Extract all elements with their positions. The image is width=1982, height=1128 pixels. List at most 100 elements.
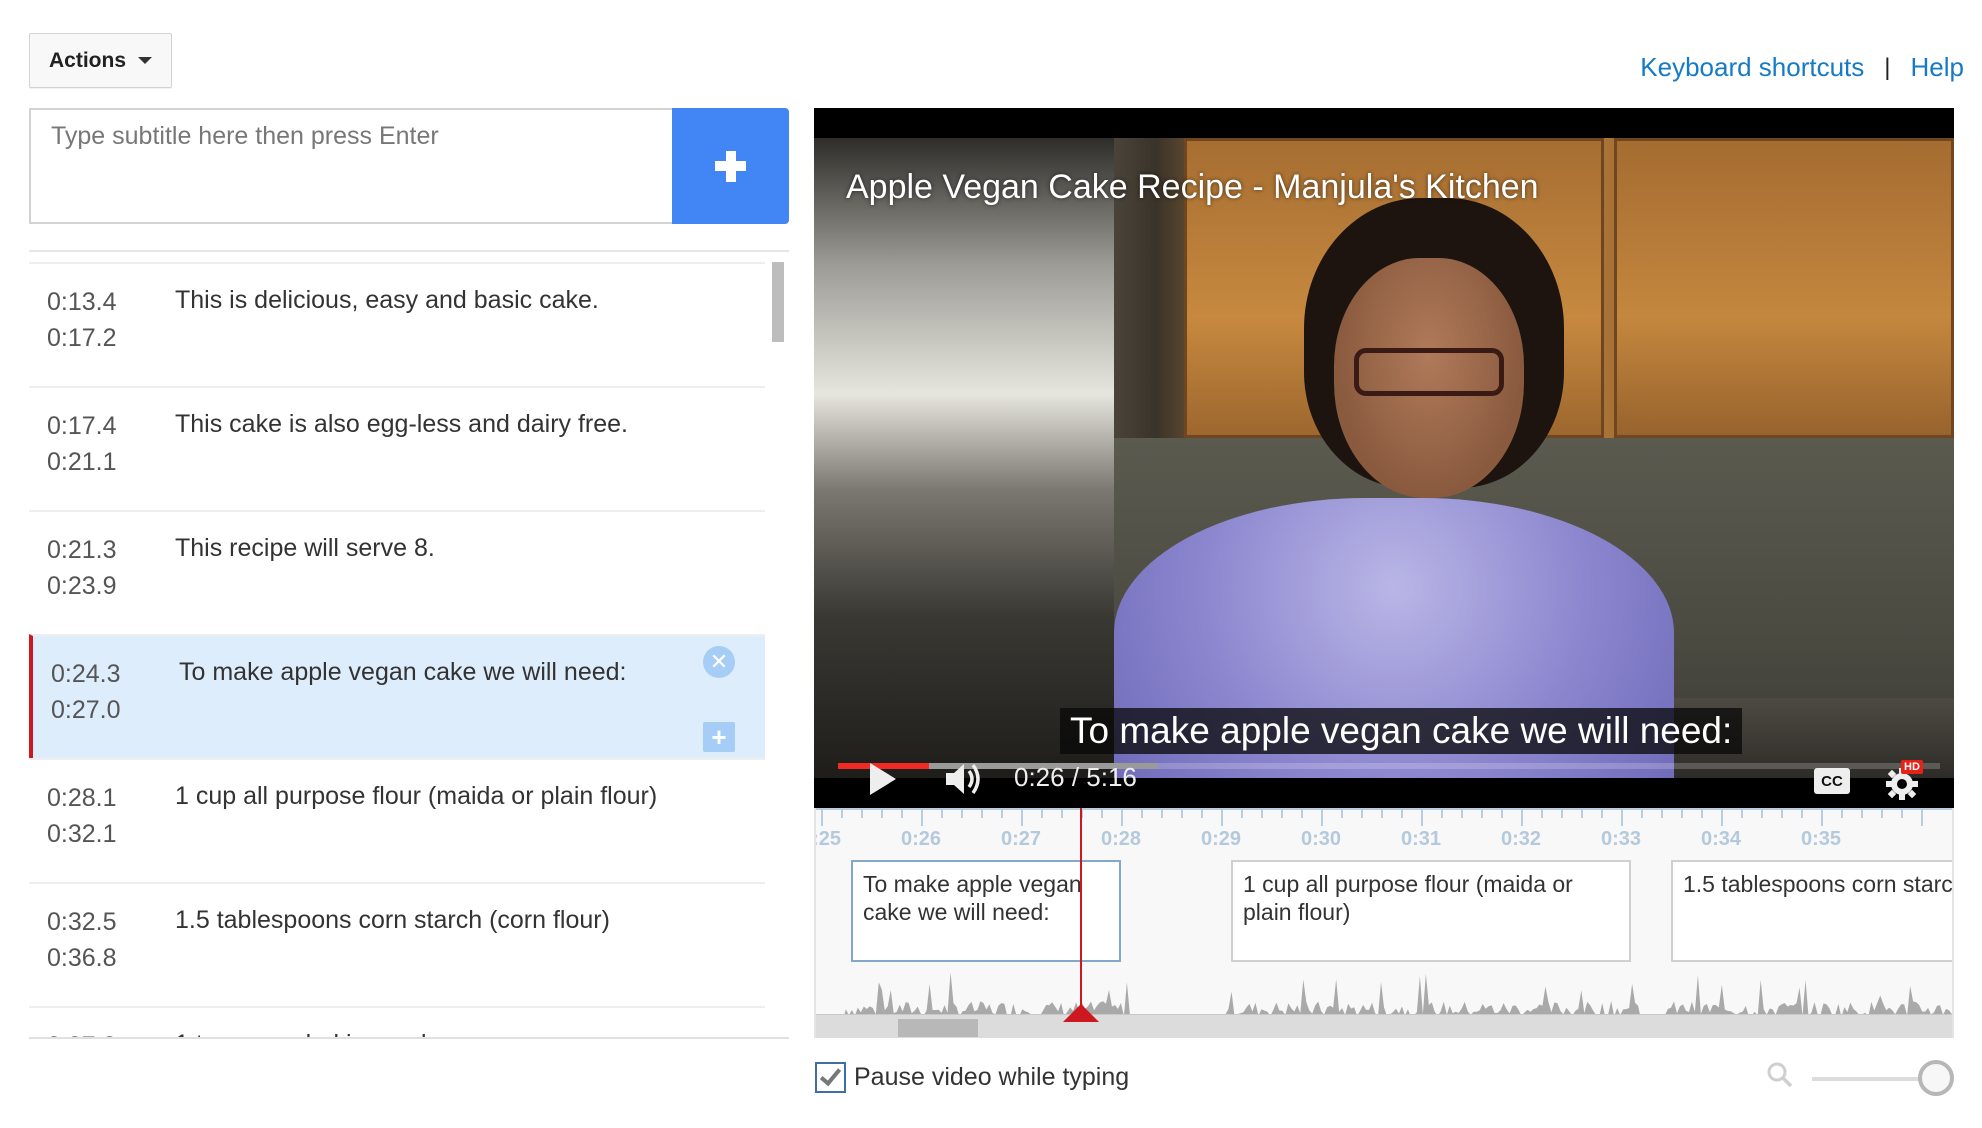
add-subtitle-button[interactable] (672, 108, 789, 224)
video-title[interactable]: Apple Vegan Cake Recipe - Manjula's Kitc… (846, 168, 1539, 207)
subtitle-times[interactable]: 0:13.4 0:17.2 (47, 284, 117, 356)
ruler-minor-tick (1001, 810, 1003, 818)
subtitle-start-time[interactable]: 0:17.4 (47, 408, 117, 444)
ruler-minor-tick (1381, 810, 1383, 818)
ruler-minor-tick (1581, 810, 1583, 818)
subtitle-start-time[interactable]: 0:28.1 (47, 780, 117, 816)
subtitle-row[interactable]: 0:13.4 0:17.2 This is delicious, easy and … (29, 262, 765, 386)
subtitle-start-time[interactable]: 0:13.4 (47, 284, 117, 320)
timeline-cue[interactable]: 1 cup all purpose flour (maida or plain … (1231, 860, 1631, 962)
subtitle-times[interactable]: 0:17.4 0:21.1 (47, 408, 117, 480)
video-frame[interactable]: Apple Vegan Cake Recipe - Manjula's Kitc… (814, 138, 1954, 778)
subtitle-end-time[interactable]: 0:36.8 (47, 940, 117, 976)
ruler-tick-label: 0:34 (1700, 828, 1742, 850)
subtitle-row[interactable]: 0:24.3 0:27.0 To make apple vegan cake we … (29, 634, 765, 758)
ruler-tick-label: 0:27 (1000, 828, 1042, 850)
volume-icon[interactable] (944, 761, 984, 797)
delete-subtitle-button[interactable]: ✕ (703, 646, 735, 678)
subtitle-times[interactable]: 0:24.3 0:27.0 (51, 656, 121, 728)
subtitle-end-time[interactable]: 0:27.0 (51, 692, 121, 728)
ruler-major-tick (921, 810, 923, 826)
captions-button[interactable]: CC (1814, 768, 1850, 794)
play-icon[interactable] (870, 763, 896, 795)
subtitle-row[interactable]: 0:32.5 0:36.8 1.5 tablespoons corn starch … (29, 882, 765, 1006)
ruler-minor-tick (1161, 810, 1163, 818)
ruler-minor-tick (1861, 810, 1863, 818)
header-links: Keyboard shortcuts | Help (1640, 52, 1964, 83)
ruler-major-tick (1621, 810, 1623, 826)
subtitle-start-time[interactable]: 0:21.3 (47, 532, 117, 568)
timeline-scrollbar[interactable] (816, 1014, 1952, 1038)
timeline-scroll-thumb[interactable] (898, 1019, 978, 1037)
subtitle-start-time[interactable]: 0:24.3 (51, 656, 121, 692)
ruler-major-tick (1821, 810, 1823, 826)
ruler-minor-tick (1781, 810, 1783, 818)
subtitle-end-time[interactable]: 0:23.9 (47, 568, 117, 604)
subtitle-end-time[interactable]: 0:21.1 (47, 444, 117, 480)
keyboard-shortcuts-link[interactable]: Keyboard shortcuts (1640, 52, 1864, 83)
ruler-minor-tick (1141, 810, 1143, 818)
hd-badge: HD (1901, 760, 1923, 774)
subtitle-row[interactable]: 0:37.0 1 teaspoon baking soda (29, 1006, 765, 1037)
ruler-minor-tick (1681, 810, 1683, 818)
timeline-ruler[interactable]: 0:240:250:260:270:280:290:300:310:320:33… (816, 808, 1952, 858)
subtitle-times[interactable]: 0:37.0 (47, 1028, 117, 1037)
ruler-tick-label: 0:31 (1400, 828, 1442, 850)
playhead-handle[interactable] (1063, 1004, 1099, 1022)
subtitle-text[interactable]: This recipe will serve 8. (175, 532, 675, 564)
video-player[interactable]: Apple Vegan Cake Recipe - Manjula's Kitc… (814, 108, 1954, 808)
help-link[interactable]: Help (1911, 52, 1964, 83)
plus-icon (715, 150, 746, 182)
ruler-minor-tick (1661, 810, 1663, 818)
ruler-minor-tick (901, 810, 903, 818)
ruler-minor-tick (1201, 810, 1203, 818)
timeline-editor[interactable]: 0:240:250:260:270:280:290:300:310:320:33… (814, 808, 1954, 1038)
video-scene-cabinet (1614, 138, 1954, 438)
audio-waveform (816, 972, 1952, 1021)
subtitle-end-time[interactable]: 0:32.1 (47, 816, 117, 852)
zoom-slider-track[interactable] (1812, 1077, 1922, 1081)
subtitle-row[interactable]: 0:28.1 0:32.1 1 cup all purpose flour (mai… (29, 758, 765, 882)
subtitle-text[interactable]: 1.5 tablespoons corn starch (corn flour) (175, 904, 675, 936)
caret-down-icon (138, 57, 153, 64)
playhead-line (1080, 808, 1082, 1020)
subtitle-input[interactable] (31, 110, 673, 222)
subtitle-start-time[interactable]: 0:37.0 (47, 1028, 117, 1037)
subtitle-row[interactable]: 0:17.4 0:21.1 This cake is also egg-less a… (29, 386, 765, 510)
insert-subtitle-button[interactable]: + (703, 722, 735, 752)
ruler-tick-label: 0:35 (1800, 828, 1842, 850)
list-divider (29, 250, 789, 252)
subtitle-text[interactable]: To make apple vegan cake we will need: (179, 656, 679, 688)
video-scene-refrigerator (814, 138, 1114, 778)
pause-while-typing-checkbox[interactable] (815, 1062, 846, 1093)
ruler-minor-tick (1461, 810, 1463, 818)
subtitle-input-container (29, 108, 673, 224)
ruler-major-tick (1521, 810, 1523, 826)
subtitle-text[interactable]: This cake is also egg-less and dairy fre… (175, 408, 675, 440)
ruler-tick-label: 0:30 (1300, 828, 1342, 850)
subtitle-times[interactable]: 0:21.3 0:23.9 (47, 532, 117, 604)
ruler-tick-label: 0:29 (1200, 828, 1242, 850)
subtitle-start-time[interactable]: 0:32.5 (47, 904, 117, 940)
subtitle-end-time[interactable]: 0:17.2 (47, 320, 117, 356)
subtitle-row[interactable]: 0:21.3 0:23.9 This recipe will serve 8. (29, 510, 765, 634)
subtitle-text[interactable]: 1 cup all purpose flour (maida or plain … (175, 780, 675, 812)
timeline-cue[interactable]: 1.5 tablespoons corn starch (corn flour) (1671, 860, 1952, 962)
subtitle-times[interactable]: 0:32.5 0:36.8 (47, 904, 117, 976)
subtitle-text[interactable]: 1 teaspoon baking soda (175, 1028, 675, 1037)
actions-dropdown-button[interactable]: Actions (29, 33, 172, 88)
ruler-minor-tick (1641, 810, 1643, 818)
pause-while-typing-option[interactable]: Pause video while typing (815, 1062, 1129, 1093)
subtitle-times[interactable]: 0:28.1 0:32.1 (47, 780, 117, 852)
ruler-minor-tick (1301, 810, 1303, 818)
ruler-tick-label: 0:26 (900, 828, 942, 850)
zoom-slider-thumb[interactable] (1918, 1060, 1954, 1096)
player-controls: 0:26 / 5:16 CC HD (814, 748, 1954, 808)
subtitle-list: 0:13.4 0:17.2 This is delicious, easy and … (29, 262, 789, 1037)
time-display: 0:26 / 5:16 (1014, 762, 1137, 792)
ruler-minor-tick (861, 810, 863, 818)
list-scrollbar[interactable] (772, 262, 784, 342)
list-divider (29, 1037, 789, 1039)
ruler-minor-tick (1801, 810, 1803, 818)
subtitle-text[interactable]: This is delicious, easy and basic cake. (175, 284, 675, 316)
